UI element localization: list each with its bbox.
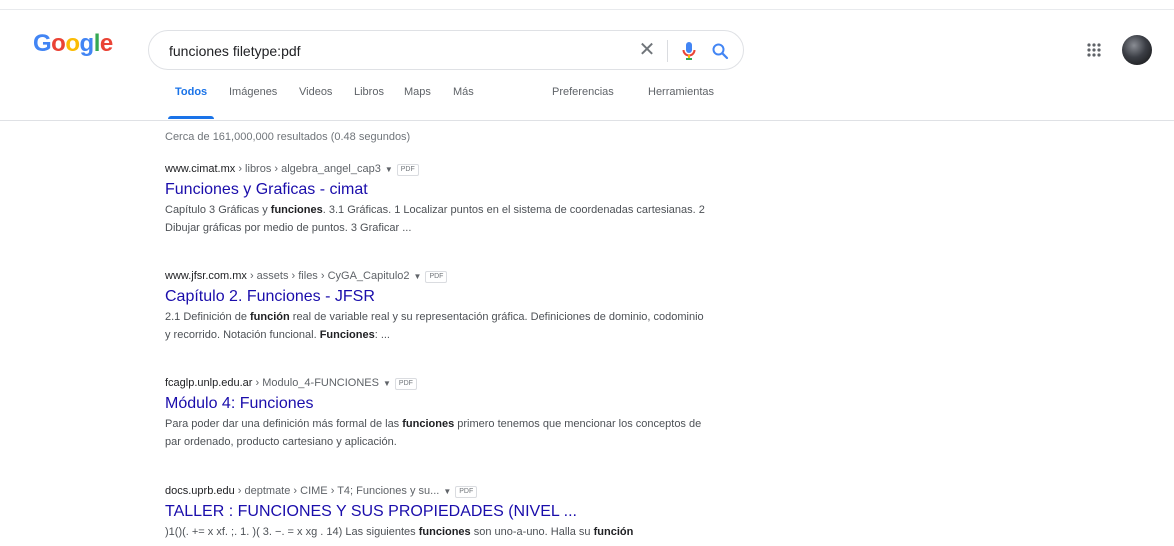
logo-letter: o bbox=[51, 30, 66, 57]
google-logo[interactable]: Google bbox=[33, 30, 113, 58]
results-count: Cerca de 161,000,000 resultados (0.48 se… bbox=[165, 131, 411, 143]
snippet-highlight: función bbox=[593, 526, 634, 538]
result-url[interactable]: www.cimat.mx › libros › algebra_angel_ca… bbox=[165, 163, 705, 176]
result-domain: docs.uprb.edu bbox=[165, 485, 235, 497]
header: Google ✕ Todos bbox=[0, 0, 1174, 121]
snippet-highlight: funciones bbox=[270, 204, 323, 216]
search-result: www.cimat.mx › libros › algebra_angel_ca… bbox=[165, 163, 705, 237]
close-icon[interactable]: ✕ bbox=[635, 39, 659, 63]
result-snippet: )1()(. += x xf. ;. 1. )( 3. −. = x xg . … bbox=[165, 523, 705, 541]
snippet-text: 2.1 Definición de bbox=[165, 311, 250, 323]
search-box: ✕ bbox=[148, 30, 744, 70]
result-url[interactable]: www.jfsr.com.mx › assets › files › CyGA_… bbox=[165, 270, 705, 283]
logo-letter: G bbox=[33, 30, 52, 57]
result-domain: www.jfsr.com.mx bbox=[165, 270, 247, 282]
snippet-highlight: Funciones bbox=[319, 329, 375, 341]
pdf-badge: PDF bbox=[455, 486, 478, 498]
result-path: › libros › algebra_angel_cap3 bbox=[235, 163, 381, 175]
tab-videos[interactable]: Videos bbox=[299, 86, 332, 98]
snippet-text: : ... bbox=[374, 329, 390, 341]
snippet-highlight: funciones bbox=[418, 526, 471, 538]
search-input[interactable] bbox=[167, 40, 631, 62]
search-result: fcaglp.unlp.edu.ar › Modulo_4-FUNCIONES ▼… bbox=[165, 377, 705, 451]
tab-mas[interactable]: Más bbox=[453, 86, 474, 98]
result-snippet: Capítulo 3 Gráficas y funciones. 3.1 Grá… bbox=[165, 201, 705, 237]
search-result: docs.uprb.edu › deptmate › CIME › T4; Fu… bbox=[165, 485, 705, 541]
dropdown-arrow-icon[interactable]: ▼ bbox=[383, 379, 391, 388]
snippet-highlight: funciones bbox=[402, 418, 455, 430]
result-path: › Modulo_4-FUNCIONES bbox=[252, 377, 380, 389]
tab-preferencias[interactable]: Preferencias bbox=[552, 86, 614, 98]
result-url[interactable]: docs.uprb.edu › deptmate › CIME › T4; Fu… bbox=[165, 485, 705, 498]
tab-maps[interactable]: Maps bbox=[404, 86, 431, 98]
result-title[interactable]: Funciones y Graficas - cimat bbox=[165, 181, 705, 199]
snippet-text: )1()(. += x xf. ;. 1. )( 3. −. = x xg . … bbox=[165, 526, 419, 538]
active-tab-indicator bbox=[168, 116, 214, 119]
tab-herramientas[interactable]: Herramientas bbox=[648, 86, 714, 98]
logo-letter: o bbox=[65, 30, 80, 57]
logo-letter: e bbox=[99, 30, 113, 57]
result-snippet: 2.1 Definición de función real de variab… bbox=[165, 308, 705, 344]
pdf-badge: PDF bbox=[396, 164, 419, 176]
result-title[interactable]: TALLER : FUNCIONES Y SUS PROPIEDADES (NI… bbox=[165, 503, 705, 521]
logo-letter: g bbox=[79, 30, 95, 57]
snippet-text: Para poder dar una definición más formal… bbox=[165, 418, 403, 430]
result-domain: www.cimat.mx bbox=[165, 163, 236, 175]
result-path: › assets › files › CyGA_Capitulo2 bbox=[246, 270, 410, 282]
snippet-highlight: función bbox=[250, 311, 290, 323]
tab-imagenes[interactable]: Imágenes bbox=[229, 86, 277, 98]
dropdown-arrow-icon[interactable]: ▼ bbox=[385, 165, 393, 174]
search-result: www.jfsr.com.mx › assets › files › CyGA_… bbox=[165, 270, 705, 344]
tab-todos[interactable]: Todos bbox=[168, 86, 214, 119]
result-domain: fcaglp.unlp.edu.ar bbox=[165, 377, 253, 389]
magnifier-icon[interactable] bbox=[708, 38, 732, 64]
tab-libros[interactable]: Libros bbox=[354, 86, 384, 98]
result-title[interactable]: Módulo 4: Funciones bbox=[165, 395, 705, 413]
result-snippet: Para poder dar una definición más formal… bbox=[165, 415, 705, 451]
microphone-icon[interactable] bbox=[677, 38, 701, 64]
apps-grid-icon[interactable] bbox=[1086, 42, 1102, 58]
snippet-text: son uno-a-uno. Halla su bbox=[470, 526, 594, 538]
dropdown-arrow-icon[interactable]: ▼ bbox=[443, 487, 451, 496]
result-path: › deptmate › CIME › T4; Funciones y su..… bbox=[234, 485, 440, 497]
avatar[interactable] bbox=[1122, 35, 1152, 65]
pdf-badge: PDF bbox=[394, 378, 417, 390]
pdf-badge: PDF bbox=[425, 271, 448, 283]
snippet-text: Capítulo 3 Gráficas y bbox=[165, 204, 271, 216]
tab-label: Todos bbox=[175, 86, 208, 98]
dropdown-arrow-icon[interactable]: ▼ bbox=[414, 272, 422, 281]
result-title[interactable]: Capítulo 2. Funciones - JFSR bbox=[165, 288, 705, 306]
result-url[interactable]: fcaglp.unlp.edu.ar › Modulo_4-FUNCIONES ▼… bbox=[165, 377, 705, 390]
search-divider bbox=[667, 40, 668, 62]
